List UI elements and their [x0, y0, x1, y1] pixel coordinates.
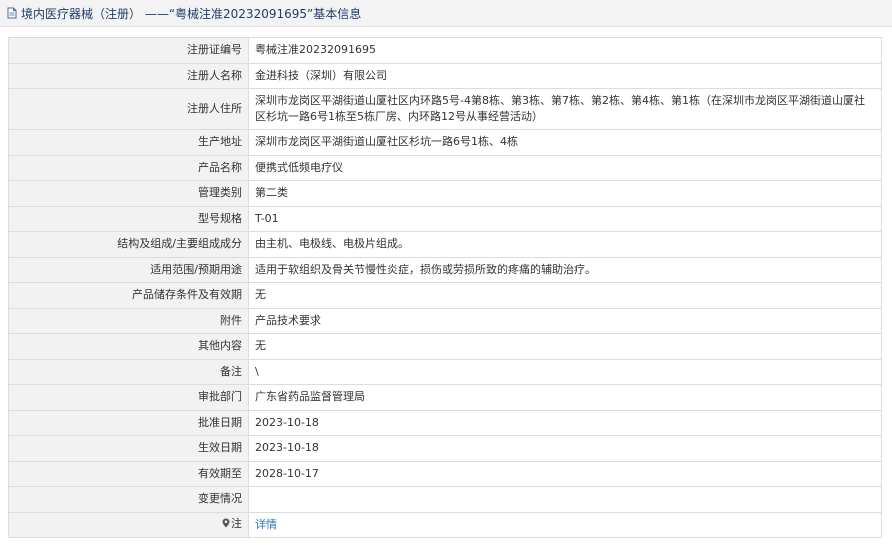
field-label-registrant-address: 注册人住所	[8, 88, 249, 130]
field-value-registrant-address: 深圳市龙岗区平湖街道山厦社区内环路5号-4第8栋、第3栋、第7栋、第2栋、第4栋…	[248, 88, 882, 130]
field-value-text: 粤械注准20232091695	[255, 43, 376, 57]
detail-row-other-content: 其他内容无	[8, 333, 882, 360]
field-label-effective-date: 生效日期	[8, 435, 249, 462]
map-pin-icon	[222, 517, 230, 533]
field-label-text: 附件	[220, 313, 242, 327]
field-value-effective-date: 2023-10-18	[248, 435, 882, 462]
field-value-text: 金进科技（深圳）有限公司	[255, 68, 387, 82]
field-label-text: 产品储存条件及有效期	[132, 288, 242, 302]
field-label-remarks: 备注	[8, 358, 249, 385]
field-label-text: 注	[231, 517, 242, 531]
field-value-scope-of-use: 适用于软组织及骨关节慢性炎症，损伤或劳损所致的疼痛的辅助治疗。	[248, 256, 882, 283]
field-label-note: 注	[8, 511, 249, 538]
field-label-text: 适用范围/预期用途	[150, 262, 242, 276]
field-value-text: 2023-10-18	[255, 441, 319, 455]
field-value-structure-composition: 由主机、电极线、电极片组成。	[248, 231, 882, 258]
field-value-text: \	[255, 364, 259, 378]
field-label-text: 备注	[220, 364, 242, 378]
field-value-note: 详情	[248, 511, 882, 538]
field-value-product-name: 便携式低频电疗仪	[248, 154, 882, 181]
detail-row-attachment: 附件 产品技术要求	[8, 307, 882, 334]
detail-row-production-address: 生产地址 深圳市龙岗区平湖街道山厦社区杉坑一路6号1栋、4栋	[8, 129, 882, 156]
field-value-text: 产品技术要求	[255, 313, 321, 327]
detail-row-management-category: 管理类别 第二类	[8, 180, 882, 207]
field-label-text: 审批部门	[198, 390, 242, 404]
field-label-text: 注册人住所	[187, 102, 242, 115]
field-value-model-spec: T-01	[248, 205, 882, 232]
detail-row-approval-date: 批准日期 2023-10-18	[8, 409, 882, 436]
field-label-text: 生效日期	[198, 441, 242, 455]
field-label-text: 注册证编号	[187, 43, 242, 57]
detail-row-expiry-date: 有效期至 2028-10-17	[8, 460, 882, 487]
field-label-text: 变更情况	[198, 492, 242, 506]
field-label-management-category: 管理类别	[8, 180, 249, 207]
field-label-product-name: 产品名称	[8, 154, 249, 181]
page-header: 境内医疗器械（注册） ——“粤械注准20232091695”基本信息	[0, 0, 892, 27]
field-value-storage-validity: 无	[248, 282, 882, 309]
field-label-text: 生产地址	[198, 135, 242, 149]
field-value-approval-date: 2023-10-18	[248, 409, 882, 436]
detail-row-note: 注详情	[8, 511, 882, 538]
field-label-text: 管理类别	[198, 186, 242, 200]
field-label-attachment: 附件	[8, 307, 249, 334]
field-label-text: 结构及组成/主要组成成分	[117, 237, 242, 251]
field-value-text: 2028-10-17	[255, 466, 319, 480]
field-value-text: 无	[255, 339, 266, 353]
field-value-text: 深圳市龙岗区平湖街道山厦社区内环路5号-4第8栋、第3栋、第7栋、第2栋、第4栋…	[255, 94, 865, 123]
field-label-text: 产品名称	[198, 160, 242, 174]
field-value-text: 便携式低频电疗仪	[255, 160, 343, 174]
field-label-storage-validity: 产品储存条件及有效期	[8, 282, 249, 309]
detail-row-registrant-address: 注册人住所 深圳市龙岗区平湖街道山厦社区内环路5号-4第8栋、第3栋、第7栋、第2…	[8, 88, 882, 130]
detail-row-structure-composition: 结构及组成/主要组成成分 由主机、电极线、电极片组成。	[8, 231, 882, 258]
document-icon	[6, 7, 18, 19]
detail-row-remarks: 备注 \	[8, 358, 882, 385]
detail-table: 注册证编号 粤械注准20232091695 注册人名称 金进科技（深圳）有限公司 注册人…	[8, 37, 882, 538]
field-value-other-content: 无	[248, 333, 882, 360]
detail-row-change-info: 变更情况	[8, 486, 882, 513]
detail-row-storage-validity: 产品储存条件及有效期无	[8, 282, 882, 309]
field-label-model-spec: 型号规格	[8, 205, 249, 232]
field-value-change-info	[248, 486, 882, 513]
field-label-structure-composition: 结构及组成/主要组成成分	[8, 231, 249, 258]
field-label-scope-of-use: 适用范围/预期用途	[8, 256, 249, 283]
detail-row-effective-date: 生效日期 2023-10-18	[8, 435, 882, 462]
field-label-registrant-name: 注册人名称	[8, 62, 249, 89]
field-value-text: 2023-10-18	[255, 415, 319, 429]
field-value-management-category: 第二类	[248, 180, 882, 207]
field-value-registrant-name: 金进科技（深圳）有限公司	[248, 62, 882, 89]
field-label-other-content: 其他内容	[8, 333, 249, 360]
field-value-text: 第二类	[255, 186, 288, 200]
detail-row-model-spec: 型号规格 T-01	[8, 205, 882, 232]
detail-row-product-name: 产品名称 便携式低频电疗仪	[8, 154, 882, 181]
field-label-expiry-date: 有效期至	[8, 460, 249, 487]
field-label-change-info: 变更情况	[8, 486, 249, 513]
detail-row-registrant-name: 注册人名称 金进科技（深圳）有限公司	[8, 62, 882, 89]
field-label-approval-date: 批准日期	[8, 409, 249, 436]
detail-row-registration-number: 注册证编号 粤械注准20232091695	[8, 37, 882, 64]
field-label-text: 其他内容	[198, 339, 242, 353]
field-value-approval-department: 广东省药品监督管理局	[248, 384, 882, 411]
field-label-text: 批准日期	[198, 415, 242, 429]
page-title: 境内医疗器械（注册） ——“粤械注准20232091695”基本信息	[21, 6, 362, 21]
field-value-registration-number: 粤械注准20232091695	[248, 37, 882, 64]
field-label-text: 有效期至	[198, 466, 242, 480]
field-label-text: 型号规格	[198, 211, 242, 225]
detail-row-scope-of-use: 适用范围/预期用途 适用于软组织及骨关节慢性炎症，损伤或劳损所致的疼痛的辅助治疗。	[8, 256, 882, 283]
field-label-text: 注册人名称	[187, 68, 242, 82]
field-value-production-address: 深圳市龙岗区平湖街道山厦社区杉坑一路6号1栋、4栋	[248, 129, 882, 156]
field-label-approval-department: 审批部门	[8, 384, 249, 411]
field-value-text: 无	[255, 288, 266, 302]
field-label-production-address: 生产地址	[8, 129, 249, 156]
field-value-text: 适用于软组织及骨关节慢性炎症，损伤或劳损所致的疼痛的辅助治疗。	[255, 262, 596, 276]
field-value-text: 由主机、电极线、电极片组成。	[255, 237, 409, 251]
field-value-expiry-date: 2028-10-17	[248, 460, 882, 487]
field-value-attachment: 产品技术要求	[248, 307, 882, 334]
detail-row-approval-department: 审批部门 广东省药品监督管理局	[8, 384, 882, 411]
field-value-remarks: \	[248, 358, 882, 385]
field-value-text: T-01	[255, 211, 279, 225]
field-value-text: 深圳市龙岗区平湖街道山厦社区杉坑一路6号1栋、4栋	[255, 135, 518, 149]
field-value-text: 广东省药品监督管理局	[255, 390, 365, 404]
details-link[interactable]: 详情	[255, 518, 277, 531]
field-label-registration-number: 注册证编号	[8, 37, 249, 64]
